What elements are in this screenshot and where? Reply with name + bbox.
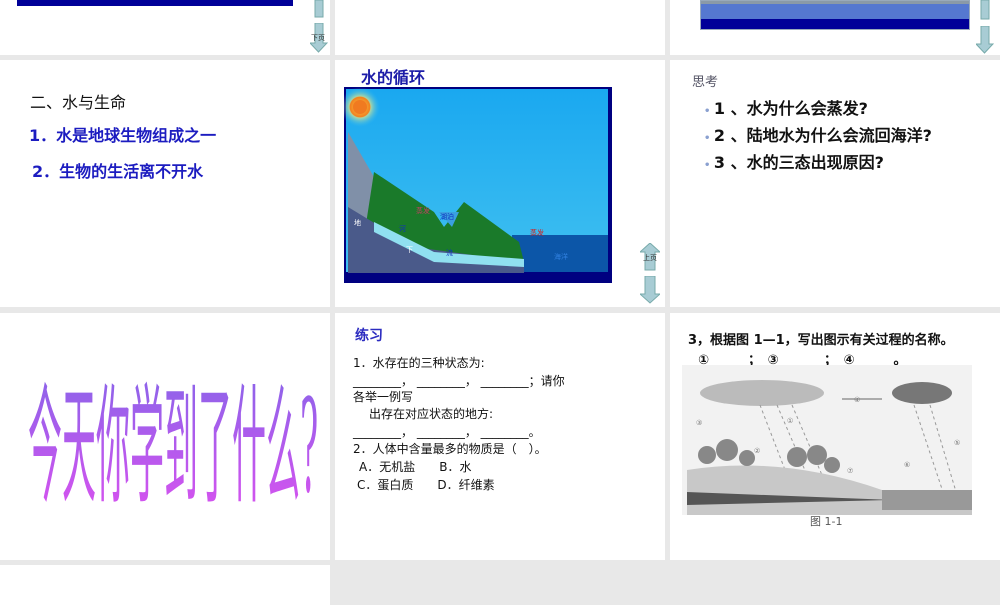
bullet-icon: • (704, 106, 714, 117)
option-line: A．无机盐 B．水 (359, 460, 472, 474)
mark-4: ④ (854, 396, 860, 404)
photo-image (700, 0, 970, 30)
bullet-icon: • (704, 160, 714, 171)
slide-3[interactable] (670, 0, 1000, 55)
water-cycle-figure: ③ ② ① ④ ⑤ ⑥ ⑦ (682, 365, 972, 515)
slide-6[interactable]: 思考 • 1 、水为什么会蒸发? • 2 、陆地水为什么会流回海洋? • 3 、… (670, 60, 1000, 307)
question-line: 出存在对应状态的地方: (357, 407, 494, 421)
mark-7: ⑦ (847, 467, 853, 475)
list-item: 1．水是地球生物组成之一 (29, 126, 217, 145)
slide-8[interactable]: 练习 1．水存在的三种状态为: ________， ________， ____… (335, 313, 665, 560)
evaporation-label: 蒸发 (530, 228, 544, 237)
lake-label: 湖泊 (440, 212, 454, 221)
ground-label: 地 (354, 218, 361, 227)
up-arrow-icon[interactable] (312, 0, 326, 18)
mark-2: ② (754, 447, 760, 455)
bullet-item: • 2 、陆地水为什么会流回海洋? (704, 126, 932, 145)
figure-caption: 图 1-1 (810, 515, 843, 528)
up-arrow-icon[interactable] (978, 0, 992, 20)
list-item: 2．生物的生活离不开水 (32, 162, 204, 181)
water-cycle-image: 蒸发 蒸发 湖泊 地 河 下 流 海洋 (344, 87, 612, 283)
river-label: 河 (399, 225, 406, 233)
mark-5: ⑤ (954, 439, 960, 447)
bullet-item: • 3 、水的三态出现原因? (704, 153, 884, 172)
title-bar (17, 0, 293, 6)
wordart-title: 今天你学到了什么? (28, 343, 318, 529)
option-line: C．蛋白质 D．纤维素 (357, 478, 495, 492)
question-text: 3，根据图 1—1，写出图示有关过程的名称。 (688, 333, 954, 348)
under-label: 下 (406, 246, 413, 254)
slide-9[interactable]: 3，根据图 1—1，写出图示有关过程的名称。 ①______； ③_______… (670, 313, 1000, 560)
slide-7[interactable]: 今天你学到了什么? (0, 313, 330, 560)
mark-3: ③ (696, 419, 702, 427)
slide-2[interactable] (335, 0, 665, 55)
bullet-item: • 1 、水为什么会蒸发? (704, 99, 868, 118)
slide-title: 水的循环 (361, 68, 426, 87)
slide-heading: 思考 (692, 75, 719, 90)
slide-10[interactable] (0, 565, 330, 605)
question-line: 1．水存在的三种状态为: (353, 356, 485, 370)
evaporation-label: 蒸发 (416, 206, 430, 215)
mark-1: ① (787, 417, 793, 425)
next-page-label: 下页 (311, 34, 325, 42)
slide-heading: 二、水与生命 (30, 93, 127, 112)
bullet-icon: • (704, 133, 714, 144)
down-arrow-icon[interactable] (640, 276, 660, 304)
slide-5[interactable]: 水的循环 蒸发 蒸发 湖泊 地 河 下 流 海洋 上页 (335, 60, 665, 307)
slide-1[interactable]: 下页 (0, 0, 330, 55)
prev-page-label: 上页 (643, 254, 657, 262)
mark-6: ⑥ (904, 461, 910, 469)
question-line: ________， ________， ________。 (353, 425, 541, 439)
question-line: 各举一例写 (353, 390, 414, 404)
ocean-label: 海洋 (554, 252, 568, 261)
question-line: ________， ________， ________；请你 (353, 374, 565, 388)
flow-label: 流 (446, 248, 453, 257)
slide-4[interactable]: 二、水与生命 1．水是地球生物组成之一 2．生物的生活离不开水 (0, 60, 330, 307)
slide-title: 练习 (355, 328, 383, 344)
down-arrow-icon[interactable] (976, 26, 994, 54)
question-line: 2．人体中含量最多的物质是（ ）。 (353, 442, 547, 456)
